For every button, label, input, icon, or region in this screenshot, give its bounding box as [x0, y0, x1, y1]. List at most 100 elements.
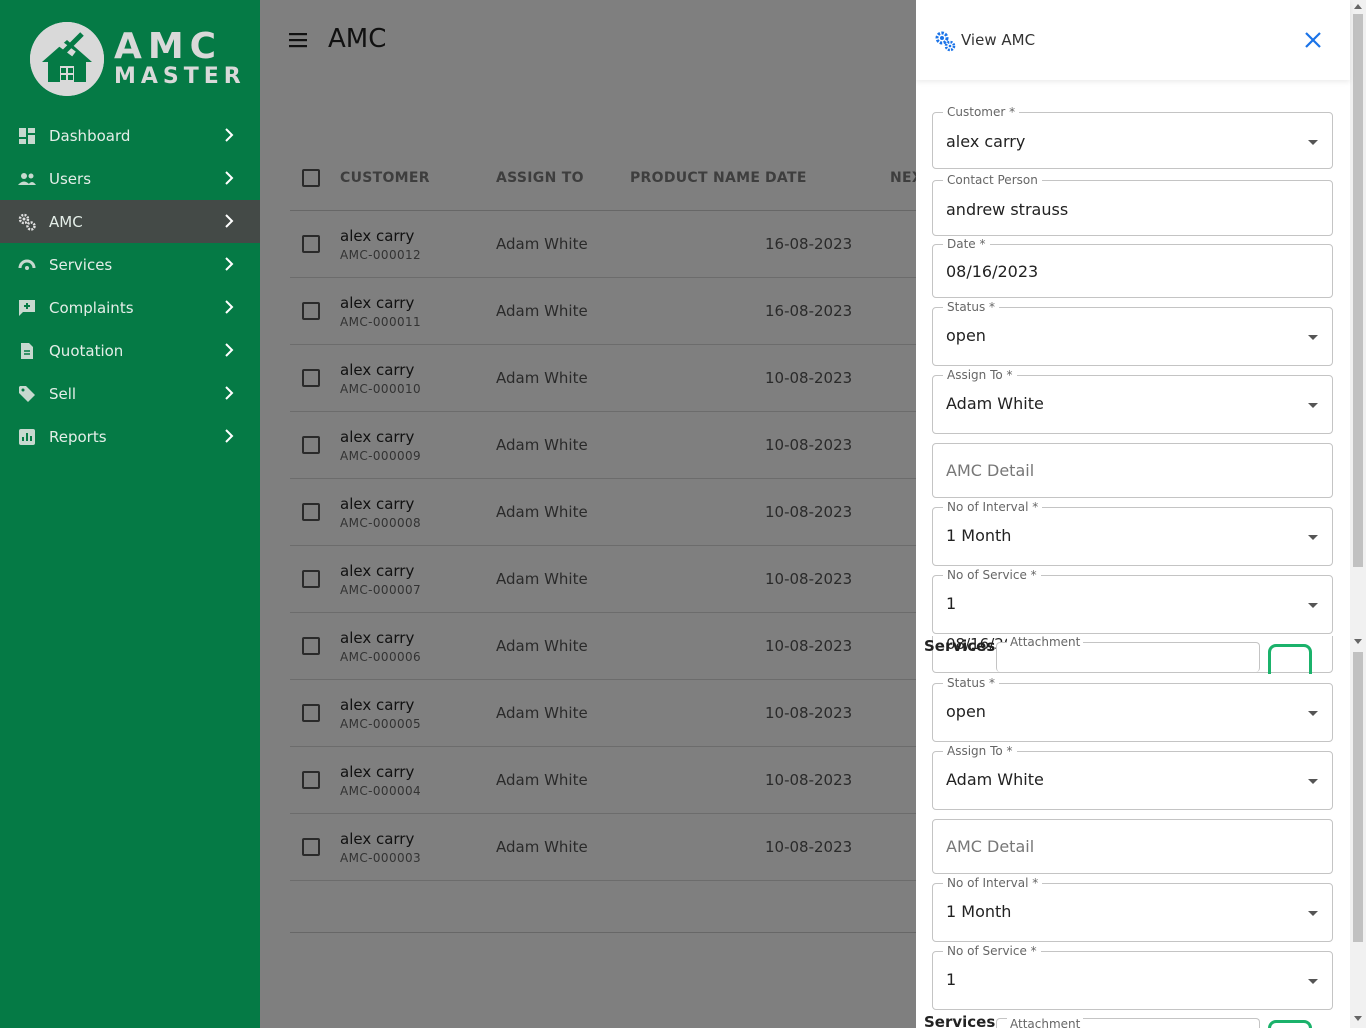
complaints-icon	[18, 299, 36, 317]
drawer-scroll-area[interactable]: Customer * alex carry Contact Person and…	[916, 0, 1350, 1028]
attachment-field[interactable]: Attachment	[996, 636, 1260, 672]
chevron-right-icon	[220, 427, 238, 445]
no-of-interval-value: 1 Month	[946, 526, 1012, 545]
add-service-button[interactable]	[1268, 1020, 1312, 1028]
sidebar-item-amc[interactable]: AMC	[0, 200, 260, 243]
sidebar-item-dashboard[interactable]: Dashboard	[0, 114, 260, 157]
no-of-interval-label: No of Interval *	[943, 876, 1043, 890]
chevron-right-icon	[220, 169, 238, 187]
sidebar-item-label: AMC	[49, 212, 83, 231]
view-amc-drawer: Customer * alex carry Contact Person and…	[916, 0, 1366, 1028]
users-icon	[18, 170, 36, 188]
status-select-2[interactable]: Status * open	[932, 676, 1333, 742]
contact-person-field[interactable]: Contact Person andrew strauss	[932, 173, 1333, 236]
sidebar-item-label: Users	[49, 169, 92, 188]
sidebar-item-complaints[interactable]: Complaints	[0, 286, 260, 329]
caret-down-icon	[1308, 335, 1318, 340]
date-value: 08/16/2023	[946, 262, 1039, 281]
no-of-interval-value: 1 Month	[946, 902, 1012, 921]
assign-to-value: Adam White	[946, 770, 1044, 789]
services-icon	[18, 256, 36, 274]
sidebar-item-users[interactable]: Users	[0, 157, 260, 200]
status-value: open	[946, 326, 986, 345]
chevron-right-icon	[220, 384, 238, 402]
sidebar: AMC MASTER Dashboard Users AMC Services …	[0, 0, 260, 1028]
scroll-down-arrow-icon[interactable]	[1354, 639, 1362, 644]
no-of-service-value: 1	[946, 970, 957, 989]
assign-to-value: Adam White	[946, 394, 1044, 413]
contact-person-label: Contact Person	[943, 173, 1042, 187]
drawer-scrollbar[interactable]	[1350, 0, 1366, 1028]
sidebar-item-quotation[interactable]: Quotation	[0, 329, 260, 372]
drawer-header: View AMC	[916, 0, 1350, 80]
house-tools-logo-icon	[30, 22, 104, 96]
amc-detail-placeholder: AMC Detail	[946, 461, 1035, 480]
sidebar-item-reports[interactable]: Reports	[0, 415, 260, 458]
services-heading: Services	[924, 1013, 996, 1028]
sidebar-nav: Dashboard Users AMC Services Complaints …	[0, 114, 260, 458]
customer-label: Customer *	[943, 105, 1020, 119]
no-of-service-select-2[interactable]: No of Service * 1	[932, 944, 1333, 1010]
scrollbar-thumb[interactable]	[1353, 652, 1363, 942]
status-select[interactable]: Status * open	[932, 300, 1333, 366]
caret-down-icon	[1308, 979, 1318, 984]
app-root: AMC MASTER Dashboard Users AMC Services …	[0, 0, 1366, 1028]
amc-detail-placeholder: AMC Detail	[946, 837, 1035, 856]
caret-down-icon	[1308, 403, 1318, 408]
chevron-right-icon	[220, 212, 238, 230]
sidebar-item-label: Complaints	[49, 298, 134, 317]
chevron-right-icon	[220, 341, 238, 359]
attachment-field[interactable]: Attachment	[996, 1017, 1260, 1028]
drawer-title: View AMC	[961, 31, 1036, 49]
status-label: Status *	[943, 300, 1000, 314]
no-of-service-value: 1	[946, 594, 957, 613]
no-of-interval-select[interactable]: No of Interval * 1 Month	[932, 500, 1333, 566]
no-of-interval-select-2[interactable]: No of Interval * 1 Month	[932, 876, 1333, 942]
customer-select[interactable]: Customer * alex carry	[932, 105, 1333, 169]
scrollbar-thumb[interactable]	[1353, 14, 1363, 567]
sidebar-item-label: Dashboard	[49, 126, 131, 145]
caret-down-icon	[1308, 140, 1318, 145]
assign-to-select[interactable]: Assign To * Adam White	[932, 368, 1333, 434]
status-value: open	[946, 702, 986, 721]
close-icon[interactable]	[1302, 29, 1324, 51]
assign-to-select-2[interactable]: Assign To * Adam White	[932, 744, 1333, 810]
brand-line2: MASTER	[114, 64, 246, 89]
tag-icon	[18, 385, 36, 403]
sidebar-item-services[interactable]: Services	[0, 243, 260, 286]
add-service-button[interactable]	[1268, 644, 1312, 674]
amc-detail-field[interactable]: AMC Detail	[932, 443, 1333, 498]
contact-person-value: andrew strauss	[946, 200, 1069, 219]
sidebar-item-label: Reports	[49, 427, 107, 446]
amc-detail-field-2[interactable]: AMC Detail	[932, 819, 1333, 874]
brand-logo[interactable]: AMC MASTER	[30, 20, 241, 98]
no-of-service-select[interactable]: No of Service * 1	[932, 568, 1333, 634]
no-of-interval-label: No of Interval *	[943, 500, 1043, 514]
assign-to-label: Assign To *	[943, 744, 1017, 758]
date-label: Date *	[943, 237, 990, 251]
sidebar-item-sell[interactable]: Sell	[0, 372, 260, 415]
caret-down-icon	[1308, 779, 1318, 784]
sidebar-item-label: Quotation	[49, 341, 124, 360]
dashboard-icon	[18, 127, 36, 145]
caret-down-icon	[1308, 911, 1318, 916]
chevron-right-icon	[220, 126, 238, 144]
brand-line1: AMC	[114, 26, 223, 67]
date-field[interactable]: Date * 08/16/2023	[932, 237, 1333, 298]
no-of-service-label: No of Service *	[943, 944, 1041, 958]
gears-icon	[18, 213, 36, 231]
chevron-right-icon	[220, 298, 238, 316]
attachment-label: Attachment	[1007, 636, 1084, 649]
caret-down-icon	[1308, 535, 1318, 540]
services-row: 08/16/2023 Services Attachment	[916, 636, 1350, 674]
chevron-right-icon	[220, 255, 238, 273]
services-row-2: Services Attachment	[916, 1012, 1350, 1028]
scroll-down-arrow-icon[interactable]	[1354, 1016, 1362, 1021]
customer-value: alex carry	[946, 132, 1026, 151]
scroll-up-arrow-icon[interactable]	[1354, 4, 1362, 9]
no-of-service-label: No of Service *	[943, 568, 1041, 582]
caret-down-icon	[1308, 711, 1318, 716]
reports-icon	[18, 428, 36, 446]
quotation-icon	[18, 342, 36, 360]
status-label: Status *	[943, 676, 1000, 690]
